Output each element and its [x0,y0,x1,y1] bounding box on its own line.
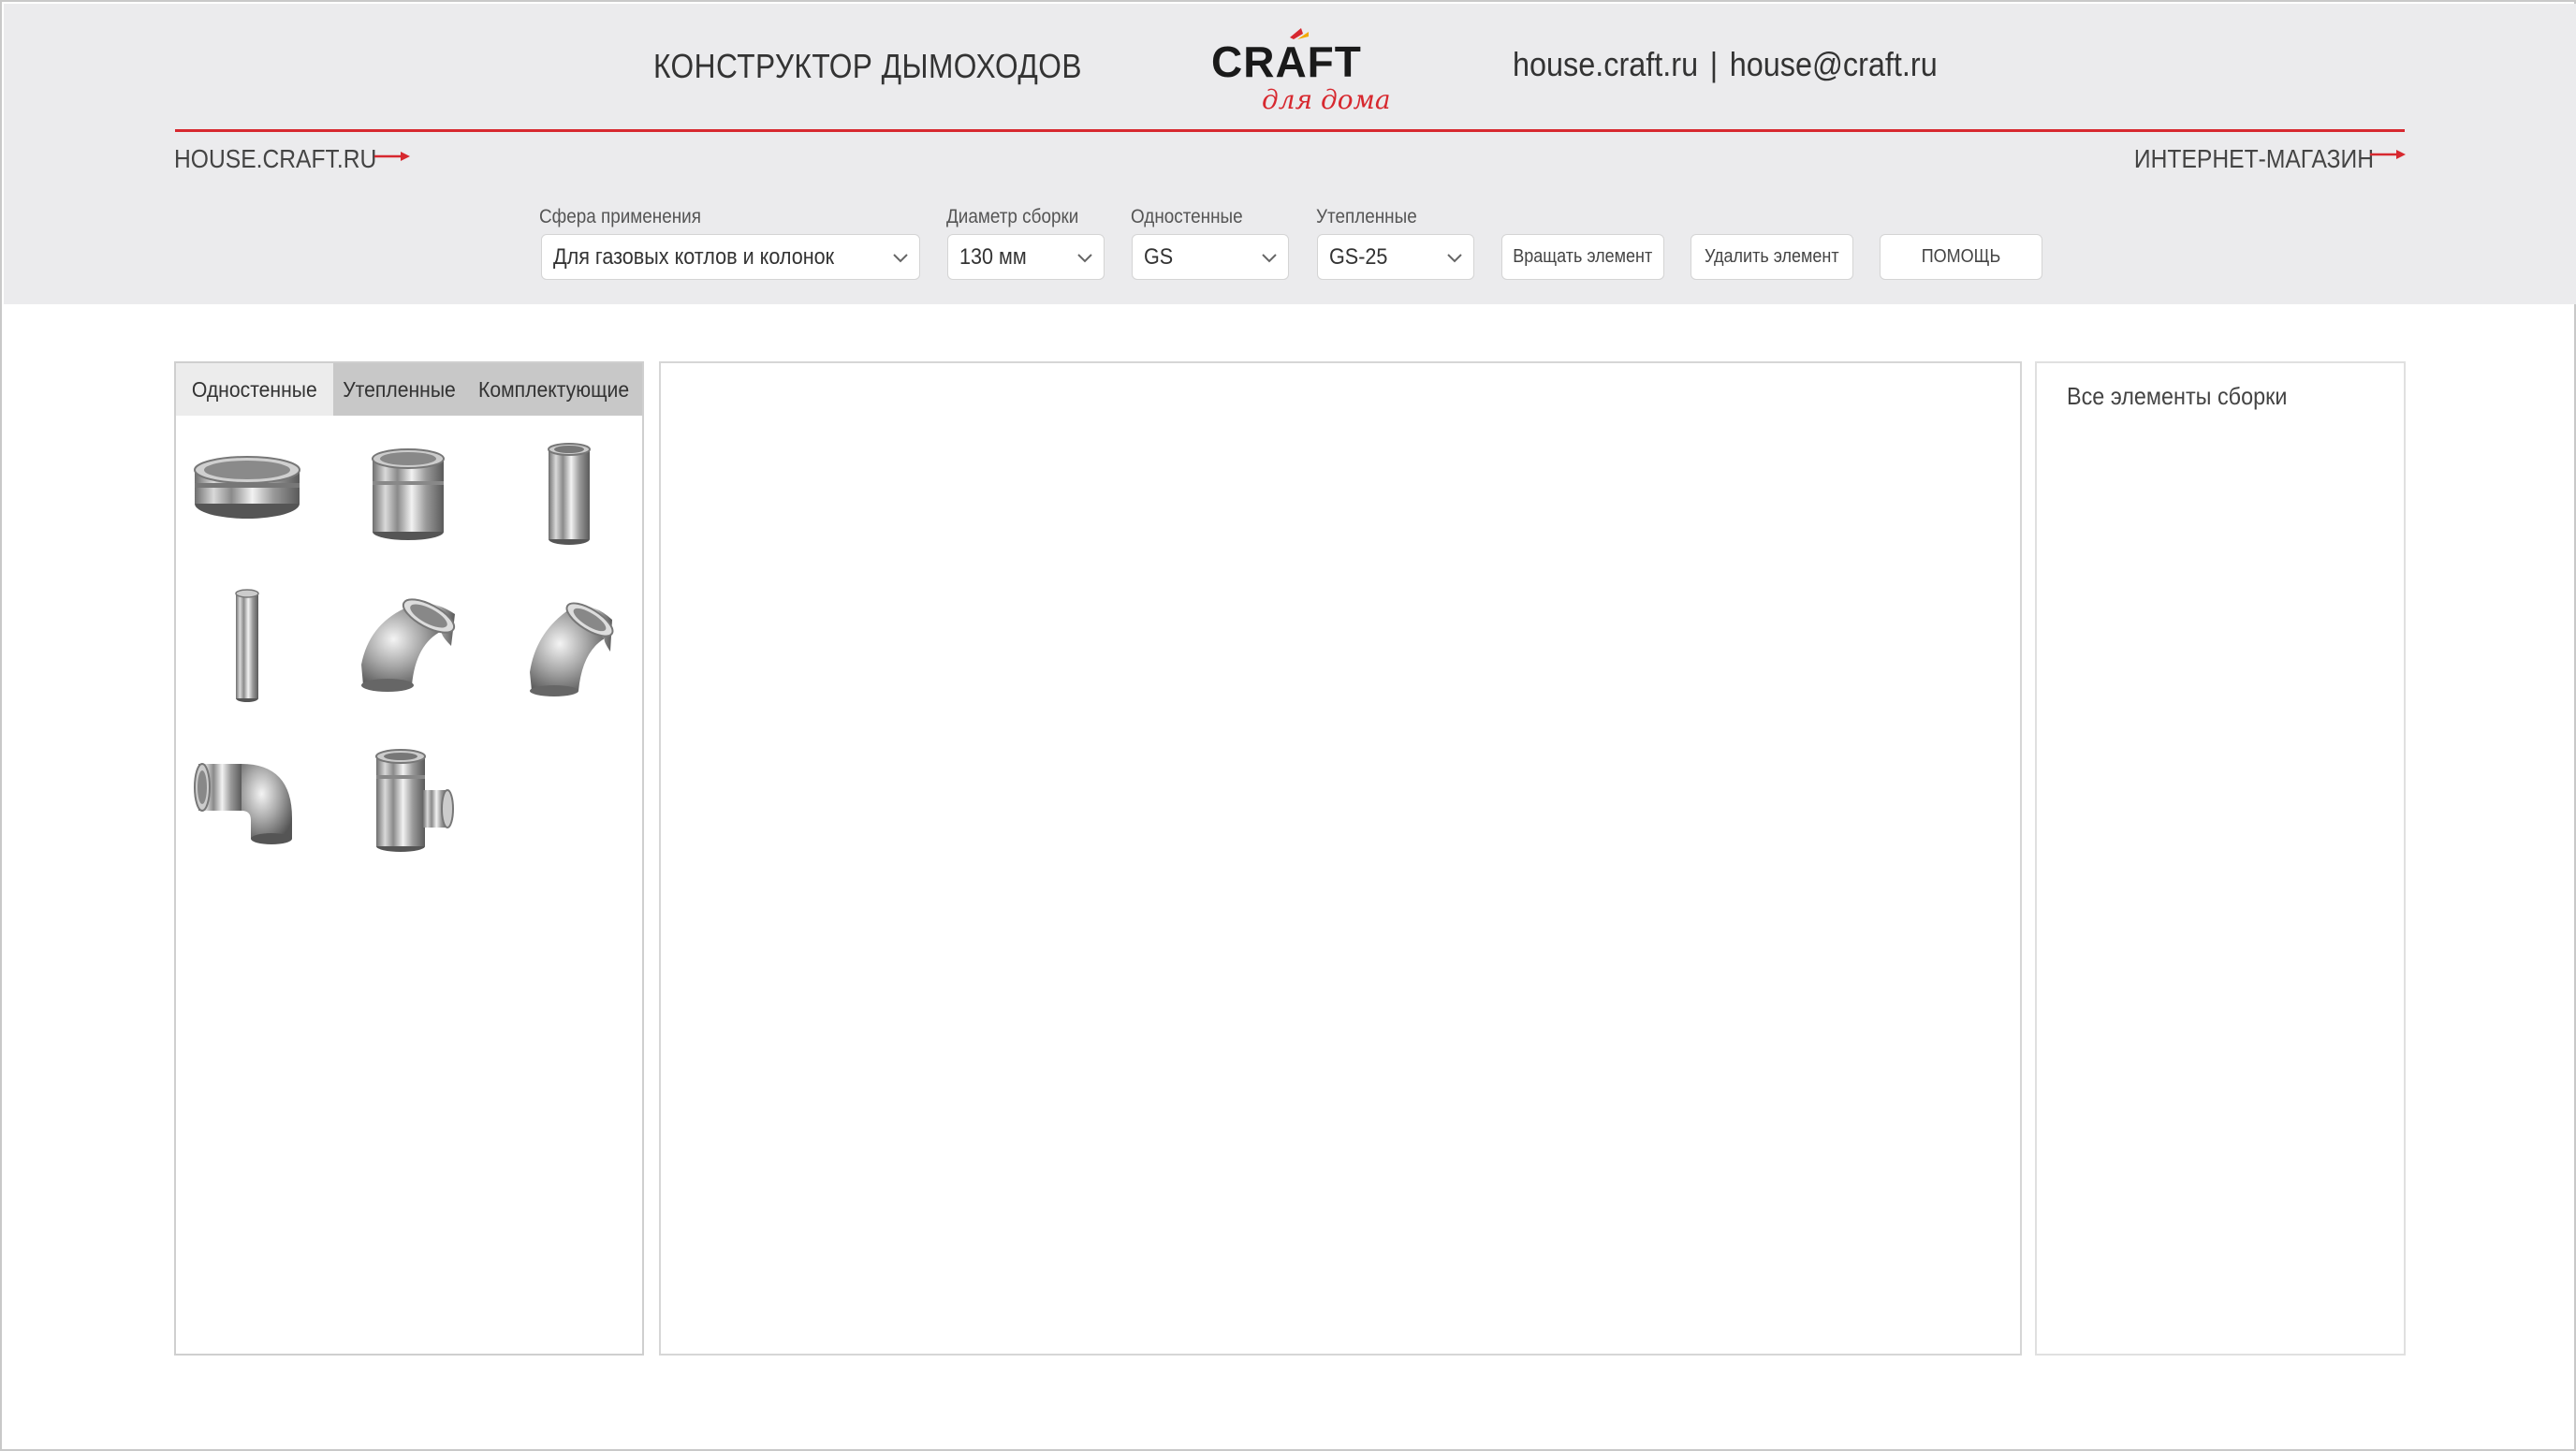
application-select[interactable]: Для газовых котлов и колонок [541,234,920,280]
tee-icon[interactable] [350,741,466,857]
application-value: Для газовых котлов и колонок [553,243,835,270]
insulated-label: Утепленные [1316,206,1417,227]
palette-tabs: Одностенные Утепленные Комплектующие [176,363,642,416]
arrow-right-icon [2370,150,2406,159]
online-shop-link[interactable]: ИНТЕРНЕТ-МАГАЗИН [2134,144,2374,174]
tab-insulated[interactable]: Утепленные [333,363,466,416]
pipe-icon[interactable] [511,434,627,550]
house-craft-link[interactable]: HOUSE.CRAFT.RU [174,144,376,174]
tab-single-wall-label: Одностенные [192,376,317,402]
contacts: house.craft.ru | house@craft.ru [1513,45,1938,84]
elbow-45-icon[interactable] [350,588,466,704]
diameter-select[interactable]: 130 мм [947,234,1105,280]
tab-accessories[interactable]: Комплектующие [466,363,642,416]
rotate-element-button[interactable]: Вращать элемент [1501,234,1664,280]
svg-text:для дома: для дома [1262,84,1391,115]
craft-logo[interactable]: CRAFT для дома [1204,26,1391,120]
single-wall-label: Одностенные [1131,206,1243,227]
tab-accessories-label: Комплектующие [478,376,630,402]
app-window: КОНСТРУКТОР ДЫМОХОДОВ CRAFT для дома hou… [0,0,2576,1451]
chevron-down-icon [1447,254,1462,263]
assembly-title: Все элементы сборки [2067,382,2288,410]
assembly-list: Все элементы сборки [2035,361,2406,1356]
long-pipe-icon[interactable] [189,588,305,704]
arrow-right-icon [374,152,410,161]
element-palette: Одностенные Утепленные Комплектующие [174,361,644,1356]
elbow-45-alt-icon[interactable] [511,588,627,704]
delete-element-label: Удалить элемент [1705,246,1839,267]
help-button[interactable]: ПОМОЩЬ [1880,234,2042,280]
chevron-down-icon [1262,254,1277,263]
diameter-value: 130 мм [959,243,1027,270]
email-link[interactable]: house@craft.ru [1730,45,1938,83]
svg-text:CRAFT: CRAFT [1211,37,1362,86]
chevron-down-icon [893,254,908,263]
contacts-separator: | [1709,45,1719,83]
short-pipe-icon[interactable] [350,434,466,550]
insulated-value: GS-25 [1329,243,1388,270]
site-link[interactable]: house.craft.ru [1513,45,1698,83]
tab-single-wall[interactable]: Одностенные [176,363,333,416]
single-wall-value: GS [1144,243,1174,270]
application-label: Сфера применения [539,206,701,227]
delete-element-button[interactable]: Удалить элемент [1690,234,1853,280]
header: КОНСТРУКТОР ДЫМОХОДОВ CRAFT для дома hou… [4,4,2576,304]
assembly-canvas[interactable] [659,361,2022,1356]
tab-insulated-label: Утепленные [343,376,457,402]
adapter-ring-icon[interactable] [189,434,305,550]
header-divider [175,129,2405,132]
chevron-down-icon [1077,254,1092,263]
diameter-label: Диаметр сборки [946,206,1079,227]
page-title: КОНСТРУКТОР ДЫМОХОДОВ [653,47,1082,85]
help-label: ПОМОЩЬ [1921,246,2001,267]
elbow-90-icon[interactable] [189,741,305,857]
rotate-element-label: Вращать элемент [1513,246,1653,267]
single-wall-select[interactable]: GS [1132,234,1289,280]
insulated-select[interactable]: GS-25 [1317,234,1474,280]
